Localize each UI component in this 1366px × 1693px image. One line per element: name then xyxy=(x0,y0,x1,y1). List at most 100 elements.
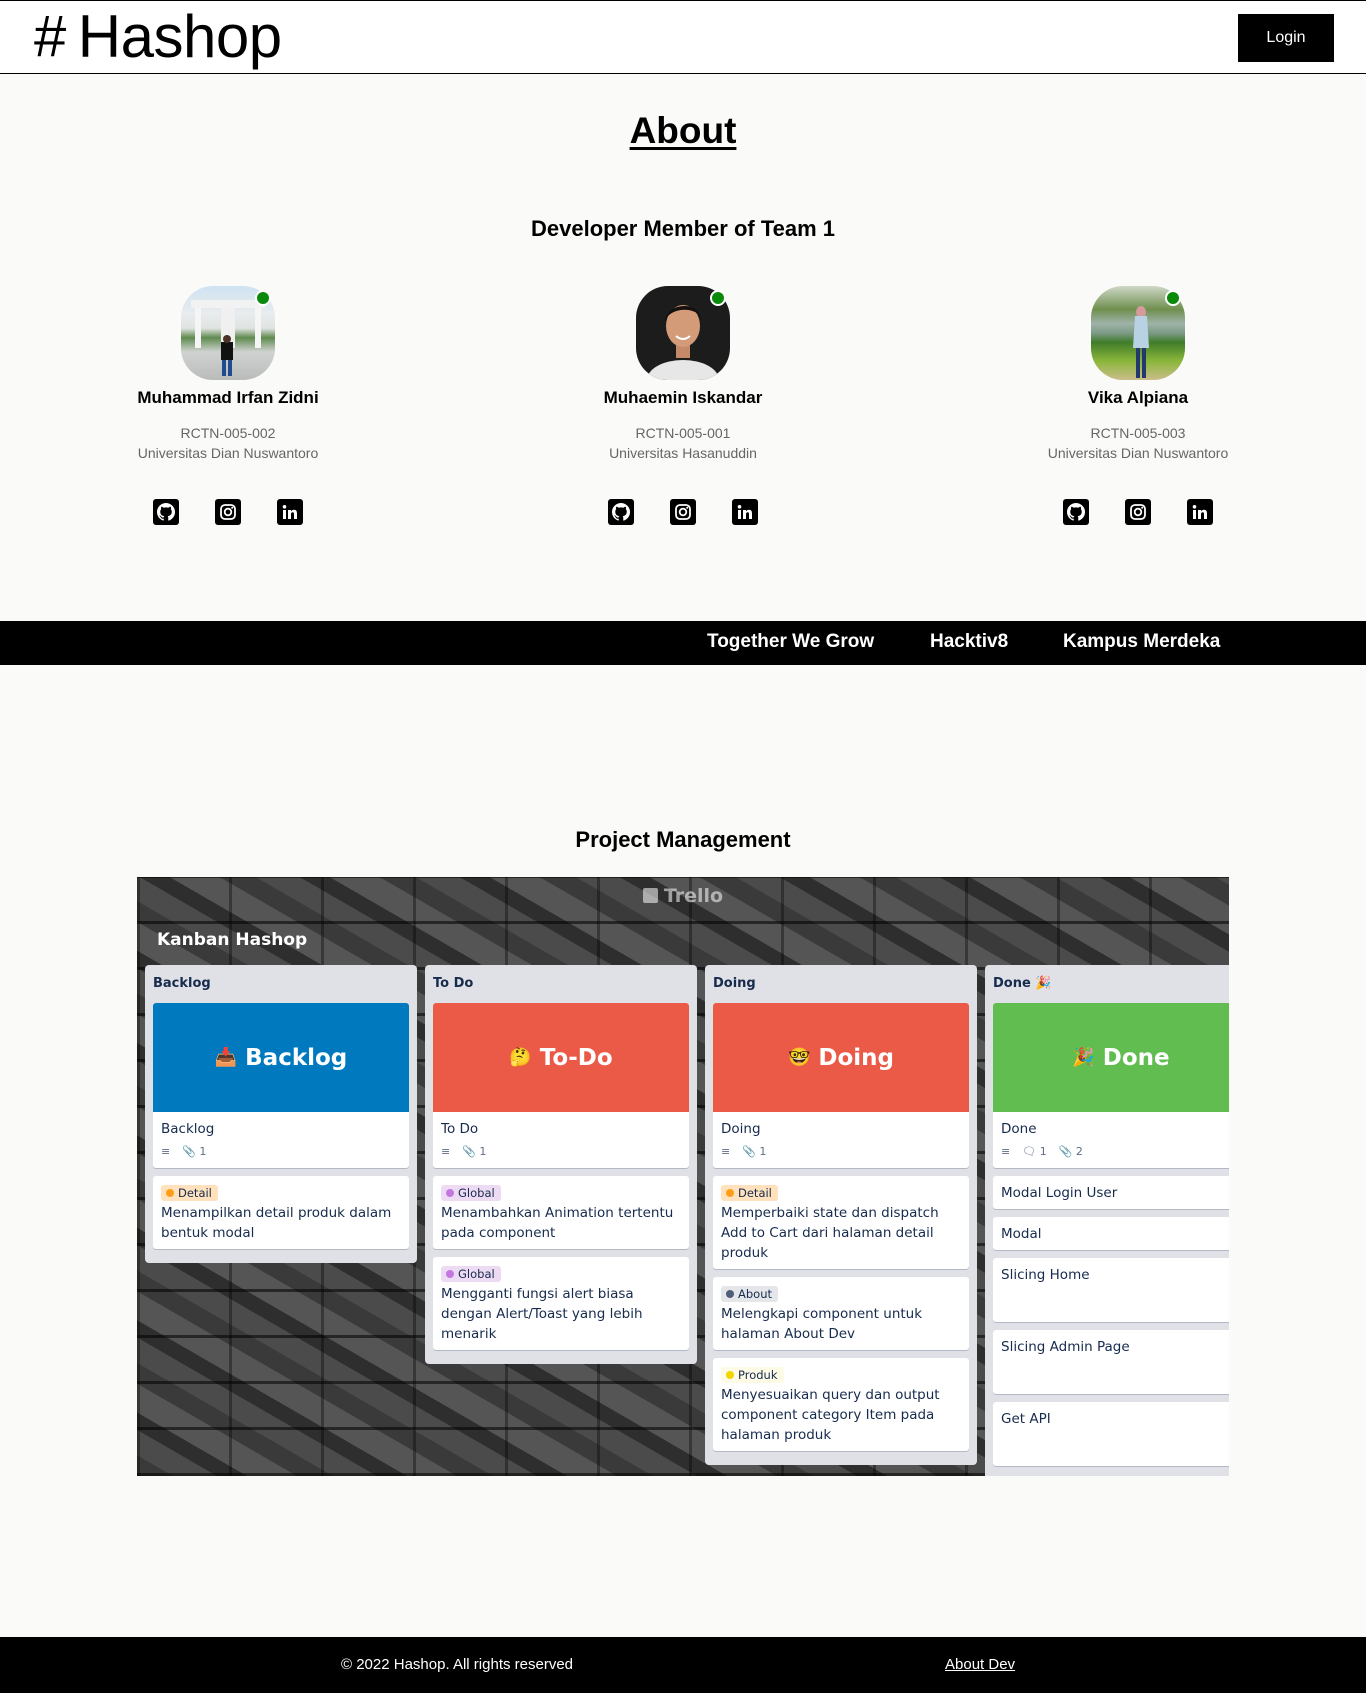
attachment-count: 2 xyxy=(1075,1145,1083,1158)
cover-text: Done xyxy=(1102,1044,1170,1071)
card-label: About xyxy=(721,1286,779,1302)
task-card[interactable]: Modal Login User xyxy=(993,1176,1229,1209)
about-dev-link[interactable]: About Dev xyxy=(945,1656,1015,1673)
description-icon: ≡ xyxy=(161,1145,171,1158)
task-card[interactable]: Detail Memperbaiki state dan dispatch Ad… xyxy=(713,1176,969,1269)
card-cover: 📥 Backlog xyxy=(153,1003,409,1112)
label-text: About xyxy=(738,1287,773,1301)
banner-item: Hacktiv8 xyxy=(930,631,1009,652)
online-status-dot xyxy=(255,290,271,306)
instagram-icon[interactable] xyxy=(1125,499,1151,525)
list-todo: To Do 🤔 To-Do To Do ≡ 📎 1 Global Menamba… xyxy=(425,965,697,1364)
task-card[interactable]: Slicing Home IZ xyxy=(993,1258,1229,1322)
github-icon[interactable] xyxy=(1063,499,1089,525)
github-icon[interactable] xyxy=(153,499,179,525)
card-title: Backlog xyxy=(161,1121,215,1137)
banner-item: Together We Grow xyxy=(707,631,875,652)
cover-card[interactable]: 🤔 To-Do To Do ≡ 📎 1 xyxy=(433,1003,689,1168)
list-title[interactable]: Backlog xyxy=(153,973,409,1003)
list-title[interactable]: Done 🎉 xyxy=(993,973,1229,1003)
member-name: Muhaemin Iskandar xyxy=(603,388,763,407)
attachment-count: 1 xyxy=(759,1145,767,1158)
attachment-icon: 📎 1 xyxy=(182,1145,207,1158)
task-card[interactable]: Produk Menyesuaikan query dan output com… xyxy=(713,1358,969,1451)
social-links xyxy=(988,499,1288,525)
label-text: Detail xyxy=(178,1186,212,1200)
project-management-title: Project Management xyxy=(575,827,791,852)
brand-name: Hashop xyxy=(77,3,282,70)
brand-logo[interactable]: # Hashop xyxy=(34,5,282,69)
card-title: Modal Login User xyxy=(1001,1185,1118,1201)
card-title: Memperbaiki state dan dispatch Add to Ca… xyxy=(721,1205,939,1261)
inbox-icon: 📥 xyxy=(214,1047,238,1068)
member-id: RCTN-005-002 xyxy=(180,425,276,441)
list-done: Done 🎉 🎉 Done Done ≡ 🗨 1 📎 2 Modal Login… xyxy=(985,965,1229,1476)
description-icon: ≡ xyxy=(441,1145,451,1158)
task-card[interactable]: Detail Menampilkan detail produk dalam b… xyxy=(153,1176,409,1249)
party-popper-icon: 🎉 xyxy=(1072,1047,1095,1068)
task-card[interactable]: Global Mengganti fungsi alert biasa deng… xyxy=(433,1257,689,1350)
card-title: Slicing Admin Page xyxy=(1001,1339,1130,1355)
trello-board-embed[interactable]: Trello Kanban Hashop Backlog 📥 Backlog B… xyxy=(137,877,1229,1476)
avatar-wrap xyxy=(636,286,730,380)
thinking-face-icon: 🤔 xyxy=(509,1047,532,1068)
list-title[interactable]: Doing xyxy=(713,973,969,1003)
linkedin-icon[interactable] xyxy=(1187,499,1213,525)
task-card[interactable]: Slicing Admin Page VA xyxy=(993,1330,1229,1394)
member-id: RCTN-005-003 xyxy=(1090,425,1186,441)
linkedin-icon[interactable] xyxy=(732,499,758,525)
tagline-banner: Together We Grow Hacktiv8 Kampus Merdeka xyxy=(0,621,1366,665)
footer: © 2022 Hashop. All rights reserved About… xyxy=(0,1637,1366,1693)
comment-count: 1 xyxy=(1039,1145,1047,1158)
card-title: To Do xyxy=(441,1121,479,1137)
card-title: Menyesuaikan query dan output component … xyxy=(721,1387,940,1443)
member-name: Vika Alpiana xyxy=(1087,388,1189,407)
linkedin-icon[interactable] xyxy=(277,499,303,525)
card-cover: 🤓 Doing xyxy=(713,1003,969,1112)
card-title: Modal xyxy=(1001,1226,1042,1242)
task-card[interactable]: Modal xyxy=(993,1217,1229,1250)
task-card[interactable]: Get API xyxy=(993,1402,1229,1466)
label-text: Produk xyxy=(738,1368,778,1382)
login-button[interactable]: Login xyxy=(1238,14,1334,62)
card-title: Slicing Home xyxy=(1001,1267,1090,1283)
team-title: Developer Member of Team 1 xyxy=(530,216,836,241)
avatar-wrap xyxy=(181,286,275,380)
task-card[interactable]: Global Menambahkan Animation tertentu pa… xyxy=(433,1176,689,1249)
cover-card[interactable]: 📥 Backlog Backlog ≡ 📎 1 xyxy=(153,1003,409,1168)
card-title: Menampilkan detail produk dalam bentuk m… xyxy=(161,1205,392,1241)
instagram-icon[interactable] xyxy=(670,499,696,525)
member-card: Muhaemin Iskandar RCTN-005-001 Universit… xyxy=(533,286,833,525)
list-doing: Doing 🤓 Doing Doing ≡ 📎 1 Detail Memperb… xyxy=(705,965,977,1465)
github-icon[interactable] xyxy=(608,499,634,525)
card-badges: ≡ 🗨 1 📎 2 xyxy=(1001,1142,1229,1162)
description-icon: ≡ xyxy=(721,1145,731,1158)
hash-icon: # xyxy=(34,4,66,69)
list-title[interactable]: To Do xyxy=(433,973,689,1003)
comment-icon: 🗨 1 xyxy=(1022,1145,1047,1158)
card-title: Mengganti fungsi alert biasa dengan Aler… xyxy=(441,1286,643,1342)
cover-card[interactable]: 🎉 Done Done ≡ 🗨 1 📎 2 xyxy=(993,1003,1229,1168)
nerd-face-icon: 🤓 xyxy=(787,1047,811,1068)
card-badges: ≡ 📎 1 xyxy=(721,1142,961,1162)
card-badges: ≡ 📎 1 xyxy=(161,1142,401,1162)
card-label: Produk xyxy=(721,1367,784,1383)
member-university: Universitas Hasanuddin xyxy=(609,445,757,461)
card-label: Global xyxy=(441,1185,501,1201)
description-icon: ≡ xyxy=(1001,1145,1011,1158)
trello-logo[interactable]: Trello xyxy=(137,885,1229,907)
board-title[interactable]: Kanban Hashop xyxy=(157,930,307,950)
card-title: Menambahkan Animation tertentu pada comp… xyxy=(441,1205,674,1241)
social-links xyxy=(78,499,378,525)
member-card: Vika Alpiana RCTN-005-003 Universitas Di… xyxy=(988,286,1288,525)
navbar: # Hashop Login xyxy=(0,0,1366,74)
member-university: Universitas Dian Nuswantoro xyxy=(137,445,319,461)
list-backlog: Backlog 📥 Backlog Backlog ≡ 📎 1 Detail M… xyxy=(145,965,417,1263)
cover-card[interactable]: 🤓 Doing Doing ≡ 📎 1 xyxy=(713,1003,969,1168)
member-card: Muhammad Irfan Zidni RCTN-005-002 Univer… xyxy=(78,286,378,525)
social-links xyxy=(533,499,833,525)
attachment-count: 1 xyxy=(479,1145,487,1158)
card-title: Melengkapi component untuk halaman About… xyxy=(721,1306,923,1342)
task-card[interactable]: About Melengkapi component untuk halaman… xyxy=(713,1277,969,1350)
instagram-icon[interactable] xyxy=(215,499,241,525)
